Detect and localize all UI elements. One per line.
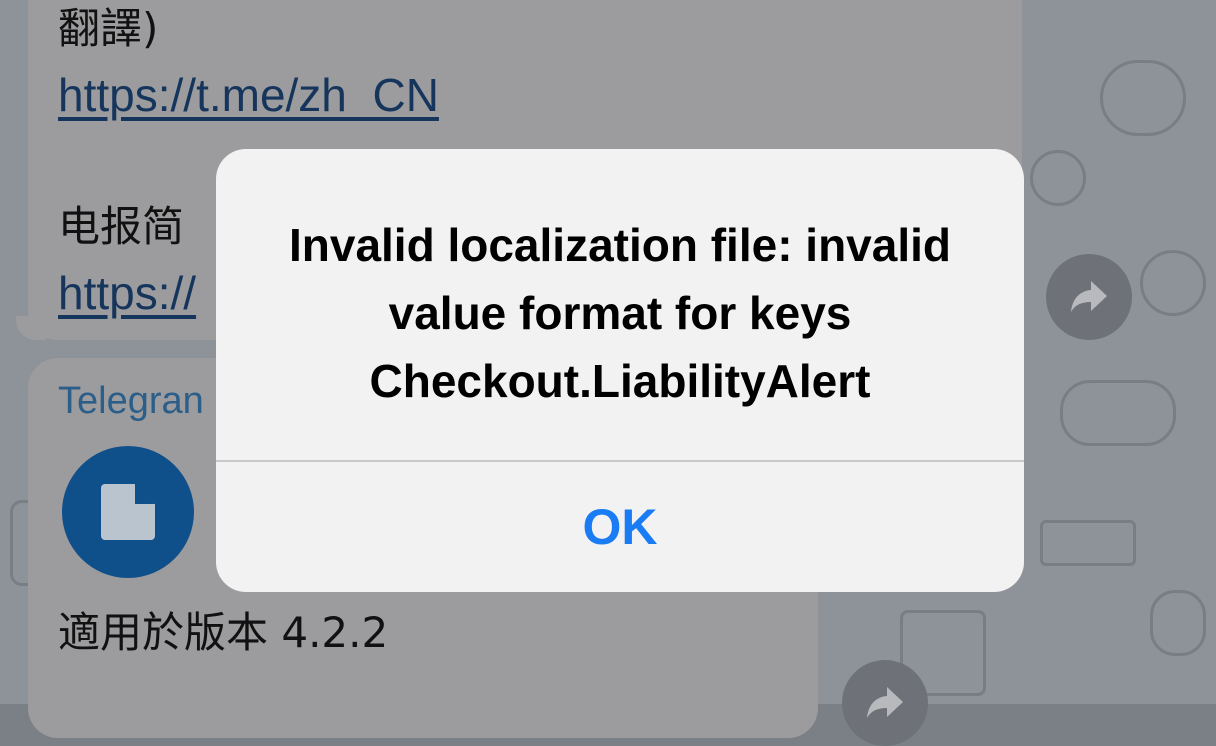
message-text: 电报简 <box>58 202 185 251</box>
alert-message-line: value format for keys <box>388 287 852 339</box>
share-icon <box>1071 281 1107 312</box>
alert-message-line: Checkout.LiabilityAlert <box>369 355 871 407</box>
alert-dialog: Invalid localization file: invalid value… <box>216 149 1024 592</box>
wallpaper-doodle <box>1060 380 1176 446</box>
ok-button[interactable]: OK <box>216 462 1024 592</box>
wallpaper-doodle <box>1040 520 1136 566</box>
wallpaper-doodle <box>1030 150 1086 206</box>
wallpaper-doodle <box>1140 250 1206 316</box>
share-button[interactable] <box>1046 254 1132 340</box>
sender-name: Telegran <box>58 380 204 422</box>
message-link[interactable]: https:// <box>58 270 196 316</box>
file-icon[interactable] <box>62 446 194 578</box>
wallpaper-doodle <box>1100 60 1186 136</box>
message-text: 翻譯) <box>58 4 159 53</box>
share-icon <box>867 687 903 718</box>
alert-message: Invalid localization file: invalid value… <box>256 211 984 415</box>
file-caption: 適用於版本 4.2.2 <box>58 608 389 657</box>
document-page-fold <box>135 484 155 504</box>
message-link[interactable]: https://t.me/zh_CN <box>58 72 439 118</box>
document-page-shape <box>101 484 155 540</box>
wallpaper-doodle <box>1150 590 1206 656</box>
share-button[interactable] <box>842 660 928 746</box>
alert-message-line: Invalid localization file: invalid <box>288 219 951 271</box>
